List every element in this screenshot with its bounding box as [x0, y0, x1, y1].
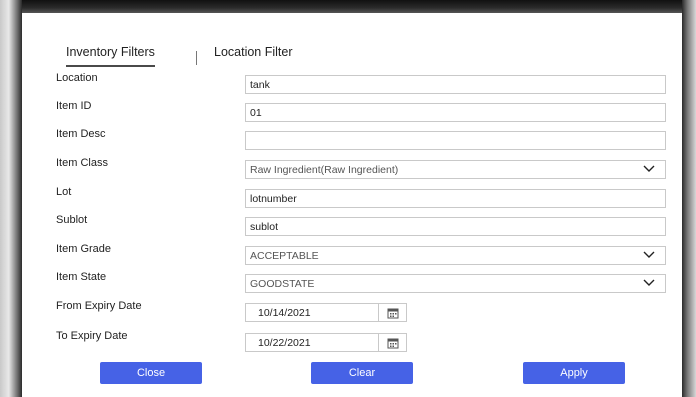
from-expiry-label: From Expiry Date: [56, 300, 142, 312]
from-expiry-calendar-button[interactable]: [378, 303, 407, 322]
location-input[interactable]: [245, 75, 666, 94]
item-class-label: Item Class: [56, 157, 108, 169]
item-state-row: Item State GOODSTATE: [56, 271, 668, 296]
calendar-icon: [387, 338, 399, 349]
to-expiry-label: To Expiry Date: [56, 330, 128, 342]
item-id-input[interactable]: [245, 103, 666, 122]
inventory-filter-dialog: Inventory Filters Location Filter Locati…: [22, 13, 682, 397]
to-expiry-row: To Expiry Date: [56, 330, 668, 355]
chevron-down-icon: [643, 279, 655, 286]
window-top-frame: [0, 0, 696, 13]
tab-inventory-filters[interactable]: Inventory Filters: [66, 45, 155, 67]
item-state-select[interactable]: GOODSTATE: [245, 274, 666, 293]
sublot-input[interactable]: [245, 217, 666, 236]
item-state-label: Item State: [56, 271, 107, 283]
tab-separator: [196, 51, 197, 65]
item-id-label: Item ID: [56, 100, 92, 112]
item-class-row: Item Class Raw Ingredient(Raw Ingredient…: [56, 157, 668, 182]
chevron-down-icon: [643, 251, 655, 258]
close-button[interactable]: Close: [100, 362, 202, 384]
item-grade-value: ACCEPTABLE: [250, 250, 319, 262]
item-class-select[interactable]: Raw Ingredient(Raw Ingredient): [245, 160, 666, 179]
location-label: Location: [56, 72, 98, 84]
clear-button[interactable]: Clear: [311, 362, 413, 384]
apply-button[interactable]: Apply: [523, 362, 625, 384]
item-grade-row: Item Grade ACCEPTABLE: [56, 243, 668, 268]
from-expiry-input[interactable]: [245, 303, 379, 322]
sublot-label: Sublot: [56, 214, 88, 226]
to-expiry-input[interactable]: [245, 333, 379, 352]
to-expiry-calendar-button[interactable]: [378, 333, 407, 352]
item-grade-select[interactable]: ACCEPTABLE: [245, 246, 666, 265]
filter-tabs: Inventory Filters Location Filter: [48, 37, 668, 69]
lot-input[interactable]: [245, 189, 666, 208]
from-expiry-row: From Expiry Date: [56, 300, 668, 325]
window-left-frame: [0, 0, 22, 397]
sublot-row: Sublot: [56, 214, 668, 239]
item-desc-input[interactable]: [245, 131, 666, 150]
item-grade-label: Item Grade: [56, 243, 112, 255]
calendar-icon: [387, 308, 399, 319]
window-right-frame: [682, 0, 696, 397]
chevron-down-icon: [643, 165, 655, 172]
lot-label: Lot: [56, 186, 72, 198]
lot-row: Lot: [56, 186, 668, 211]
item-id-row: Item ID: [56, 100, 668, 125]
item-desc-label: Item Desc: [56, 128, 106, 140]
item-state-value: GOODSTATE: [250, 278, 315, 290]
tab-location-filter[interactable]: Location Filter: [214, 45, 293, 65]
location-row: Location: [56, 72, 668, 97]
item-class-value: Raw Ingredient(Raw Ingredient): [250, 164, 399, 176]
item-desc-row: Item Desc: [56, 128, 668, 153]
